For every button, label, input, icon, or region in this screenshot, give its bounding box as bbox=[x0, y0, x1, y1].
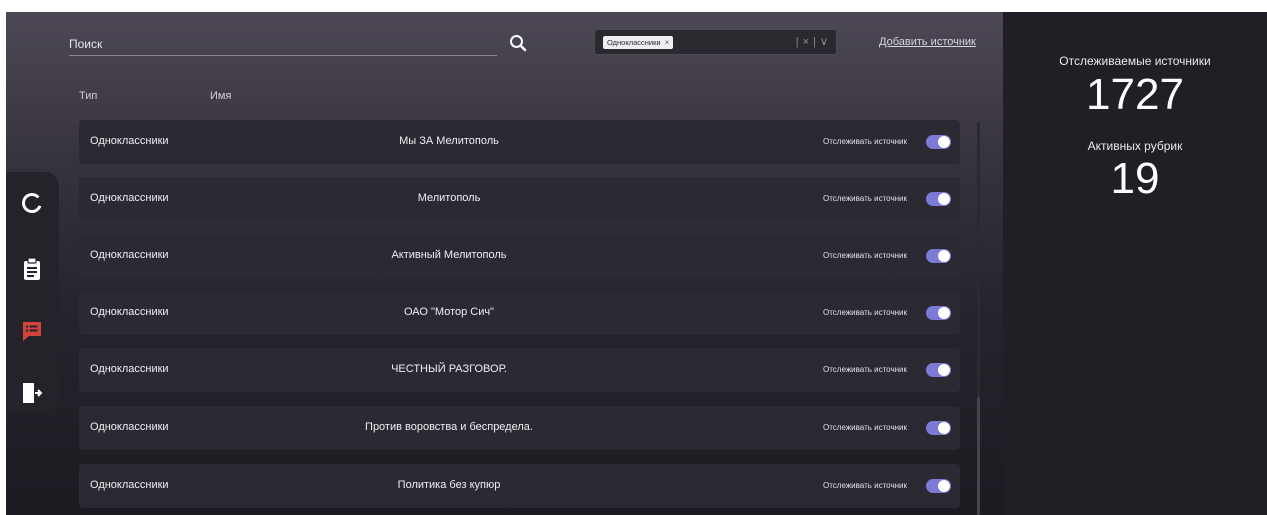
add-source-link[interactable]: Добавить источник bbox=[879, 36, 976, 48]
track-toggle[interactable] bbox=[926, 363, 951, 377]
column-header-type: Тип bbox=[79, 90, 98, 102]
search-icon[interactable] bbox=[509, 34, 527, 52]
row-name: Мы ЗА Мелитополь bbox=[399, 135, 499, 147]
logout-icon[interactable] bbox=[19, 380, 45, 406]
table-row[interactable]: Одноклассники Активный Мелитополь Отслеж… bbox=[79, 234, 960, 278]
app-window: Одноклассники × | × | ∨ Добавить источни… bbox=[6, 12, 1267, 515]
row-name: ЧЕСТНЫЙ РАЗГОВОР. bbox=[391, 363, 507, 375]
feed-list-icon[interactable] bbox=[19, 318, 45, 344]
separator: | bbox=[795, 35, 799, 48]
track-label: Отслеживать источник bbox=[823, 251, 908, 260]
toggle-knob bbox=[938, 193, 950, 205]
row-type: Одноклассники bbox=[90, 135, 169, 147]
table-row[interactable]: Одноклассники Мелитополь Отслеживать ист… bbox=[79, 177, 960, 221]
row-name: Политика без купюр bbox=[397, 479, 501, 491]
track-toggle[interactable] bbox=[926, 421, 951, 435]
scrollbar-thumb[interactable] bbox=[977, 397, 980, 515]
row-name: ОАО "Мотор Сич" bbox=[403, 306, 495, 318]
active-rubrics-value: 19 bbox=[1110, 154, 1160, 203]
row-type: Одноклассники bbox=[90, 192, 169, 204]
nav-rail bbox=[6, 172, 59, 412]
row-name: Мелитополь bbox=[417, 192, 481, 204]
row-type: Одноклассники bbox=[90, 306, 169, 318]
track-label: Отслеживать источник bbox=[823, 423, 908, 432]
track-toggle[interactable] bbox=[926, 135, 951, 149]
row-type: Одноклассники bbox=[90, 479, 169, 491]
track-label: Отслеживать источник bbox=[823, 194, 908, 203]
clear-icon[interactable]: × bbox=[803, 36, 809, 48]
filter-chip: Одноклассники × bbox=[603, 36, 674, 49]
row-name: Активный Мелитополь bbox=[391, 249, 507, 261]
track-label: Отслеживать источник bbox=[823, 308, 908, 317]
search-input[interactable] bbox=[69, 32, 497, 56]
toggle-knob bbox=[938, 480, 950, 492]
column-header-name: Имя bbox=[210, 90, 232, 102]
toggle-knob bbox=[938, 136, 950, 148]
toggle-knob bbox=[938, 422, 950, 434]
clipboard-icon[interactable] bbox=[19, 256, 45, 282]
row-type: Одноклассники bbox=[90, 363, 169, 375]
track-label: Отслеживать источник bbox=[823, 137, 908, 146]
track-toggle[interactable] bbox=[926, 306, 951, 320]
active-rubrics-label: Активных рубрик bbox=[1087, 139, 1183, 153]
separator: | bbox=[813, 35, 816, 48]
chip-remove-icon[interactable]: × bbox=[665, 36, 670, 49]
loading-ring-icon[interactable] bbox=[19, 190, 45, 216]
stats-panel: Отслеживаемые источники 1727 Активных ру… bbox=[1003, 12, 1267, 515]
tracked-sources-value: 1727 bbox=[1086, 70, 1184, 119]
track-toggle[interactable] bbox=[926, 192, 951, 206]
table-row[interactable]: Одноклассники ЧЕСТНЫЙ РАЗГОВОР. Отслежив… bbox=[79, 348, 960, 392]
row-name: Против воровства и беспредела. bbox=[365, 421, 533, 433]
track-toggle[interactable] bbox=[926, 249, 951, 263]
track-label: Отслеживать источник bbox=[823, 365, 908, 374]
toggle-knob bbox=[938, 250, 950, 262]
row-type: Одноклассники bbox=[90, 421, 169, 433]
row-type: Одноклассники bbox=[90, 249, 169, 261]
track-toggle[interactable] bbox=[926, 479, 951, 493]
table-row[interactable]: Одноклассники ОАО "Мотор Сич" Отслеживат… bbox=[79, 291, 960, 335]
source-type-filter[interactable]: Одноклассники × | × | ∨ bbox=[594, 29, 837, 55]
track-label: Отслеживать источник bbox=[823, 481, 908, 490]
toggle-knob bbox=[938, 307, 950, 319]
chevron-down-icon[interactable]: ∨ bbox=[820, 35, 828, 48]
table-row[interactable]: Одноклассники Мы ЗА Мелитополь Отслежива… bbox=[79, 120, 960, 164]
table-row[interactable]: Одноклассники Против воровства и беспред… bbox=[79, 406, 960, 450]
filter-controls: | × | ∨ bbox=[795, 35, 828, 49]
toggle-knob bbox=[938, 364, 950, 376]
filter-chip-label: Одноклассники bbox=[607, 38, 661, 47]
tracked-sources-label: Отслеживаемые источники bbox=[1059, 54, 1211, 68]
table-row[interactable]: Одноклассники Политика без купюр Отслежи… bbox=[79, 464, 960, 508]
